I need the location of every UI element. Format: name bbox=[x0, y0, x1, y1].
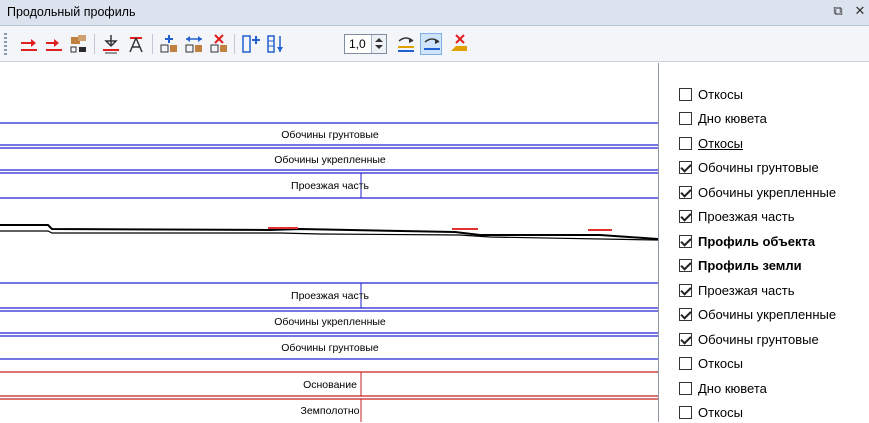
layers-panel: Откосы Дно кювета Откосы Обочины грунтовые О… bbox=[658, 63, 869, 422]
layer-item[interactable]: Обочины грунтовые bbox=[679, 158, 819, 178]
layer-item[interactable]: Проезжая часть bbox=[679, 207, 795, 227]
band-label: Обочины грунтовые bbox=[281, 342, 379, 354]
band-label: Проезжая часть bbox=[291, 180, 369, 192]
toolbar-separator bbox=[234, 34, 235, 54]
layer-active-icon[interactable] bbox=[420, 33, 442, 55]
window-controls: ⧉ ✕ bbox=[831, 3, 867, 21]
split-row-icon[interactable] bbox=[265, 33, 287, 55]
layer-checkbox[interactable] bbox=[679, 332, 692, 346]
toolbar: 1,0 bbox=[0, 26, 869, 62]
profile-drawing[interactable]: Обочины грунтовые Обочины укрепленные Пр… bbox=[0, 63, 658, 422]
layer-item[interactable]: Обочины укрепленные bbox=[679, 305, 836, 325]
toolbar-separator bbox=[152, 34, 153, 54]
band-label: Основание bbox=[303, 379, 357, 391]
spin-up-icon[interactable] bbox=[375, 38, 383, 42]
layer-label: Откосы bbox=[698, 135, 743, 151]
layer-item[interactable]: Откосы bbox=[679, 84, 743, 104]
spinner-arrows[interactable] bbox=[371, 35, 386, 53]
toolbar-grip-icon[interactable] bbox=[4, 33, 7, 55]
band-label: Обочины грунтовые bbox=[281, 129, 379, 141]
profile-canvas[interactable]: Обочины грунтовые Обочины укрепленные Пр… bbox=[0, 63, 658, 422]
layer-label: Обочины укрепленные bbox=[698, 184, 837, 200]
band-label: Обочины укрепленные bbox=[274, 316, 386, 328]
erase-layer-icon[interactable] bbox=[448, 33, 470, 55]
add-arrow-alt-icon[interactable] bbox=[43, 33, 65, 55]
layer-label: Профиль объекта bbox=[698, 233, 816, 249]
layer-checkbox[interactable] bbox=[679, 357, 692, 370]
add-element-icon[interactable] bbox=[158, 33, 180, 55]
point-up-icon[interactable] bbox=[100, 33, 122, 55]
layer-item[interactable]: Откосы bbox=[679, 354, 743, 374]
layer-checkbox[interactable] bbox=[679, 234, 692, 248]
layer-checkbox[interactable] bbox=[679, 185, 692, 199]
layer-checkbox[interactable] bbox=[679, 210, 692, 223]
add-arrow-icon[interactable] bbox=[18, 33, 40, 55]
profile-lines bbox=[0, 224, 658, 241]
layer-checkbox[interactable] bbox=[679, 112, 692, 125]
band-labels: Обочины грунтовые Обочины укрепленные Пр… bbox=[274, 129, 386, 417]
layer-item[interactable]: Обочины укрепленные bbox=[679, 182, 836, 202]
point-text-icon[interactable] bbox=[125, 33, 147, 55]
layer-label: Обочины грунтовые bbox=[698, 331, 819, 347]
layer-label: Проезжая часть bbox=[698, 209, 795, 224]
layer-label: Обочины укрепленные bbox=[698, 307, 837, 322]
layer-item[interactable]: Откосы bbox=[679, 133, 743, 153]
float-icon[interactable]: ⧉ bbox=[831, 3, 845, 21]
delete-element-icon[interactable] bbox=[208, 33, 230, 55]
layer-item[interactable]: Обочины грунтовые bbox=[679, 329, 819, 349]
layer-checkbox[interactable] bbox=[679, 308, 692, 321]
layer-checkbox[interactable] bbox=[679, 283, 692, 297]
layer-item[interactable]: Откосы bbox=[679, 403, 743, 423]
scale-value: 1,0 bbox=[349, 37, 366, 51]
layer-label: Откосы bbox=[698, 405, 743, 420]
layer-checkbox[interactable] bbox=[679, 136, 692, 150]
layer-checkbox[interactable] bbox=[679, 259, 692, 272]
stretch-element-icon[interactable] bbox=[183, 33, 205, 55]
layer-checkbox[interactable] bbox=[679, 381, 692, 395]
layer-item[interactable]: Дно кювета bbox=[679, 109, 767, 129]
layer-item[interactable]: Проезжая часть bbox=[679, 280, 795, 300]
layer-item[interactable]: Профиль объекта bbox=[679, 231, 815, 251]
scale-spinner[interactable]: 1,0 bbox=[344, 34, 387, 54]
add-row-icon[interactable] bbox=[240, 33, 262, 55]
window-titlebar: Продольный профиль ⧉ ✕ bbox=[0, 0, 869, 26]
layer-checkbox[interactable] bbox=[679, 161, 692, 174]
layer-checkbox[interactable] bbox=[679, 406, 692, 419]
band-label: Обочины укрепленные bbox=[274, 154, 386, 166]
layer-label: Дно кювета bbox=[698, 111, 767, 126]
layer-item[interactable]: Дно кювета bbox=[679, 378, 767, 398]
layer-item[interactable]: Профиль земли bbox=[679, 256, 802, 276]
band-label: Проезжая часть bbox=[291, 290, 369, 302]
layer-visibility-icon[interactable] bbox=[395, 33, 417, 55]
spin-down-icon[interactable] bbox=[375, 45, 383, 49]
window-title: Продольный профиль bbox=[7, 5, 136, 19]
layer-label: Откосы bbox=[698, 356, 743, 371]
close-icon[interactable]: ✕ bbox=[853, 3, 867, 21]
layer-label: Дно кювета bbox=[698, 380, 767, 396]
layer-label: Проезжая часть bbox=[698, 282, 795, 298]
band-label: Земполотно bbox=[301, 405, 360, 417]
layer-label: Обочины грунтовые bbox=[698, 160, 819, 175]
layer-label: Профиль земли bbox=[698, 258, 802, 273]
layer-checkbox[interactable] bbox=[679, 87, 692, 101]
toolbar-separator bbox=[94, 34, 95, 54]
move-block-icon[interactable] bbox=[68, 33, 90, 55]
layer-label: Откосы bbox=[698, 86, 743, 102]
